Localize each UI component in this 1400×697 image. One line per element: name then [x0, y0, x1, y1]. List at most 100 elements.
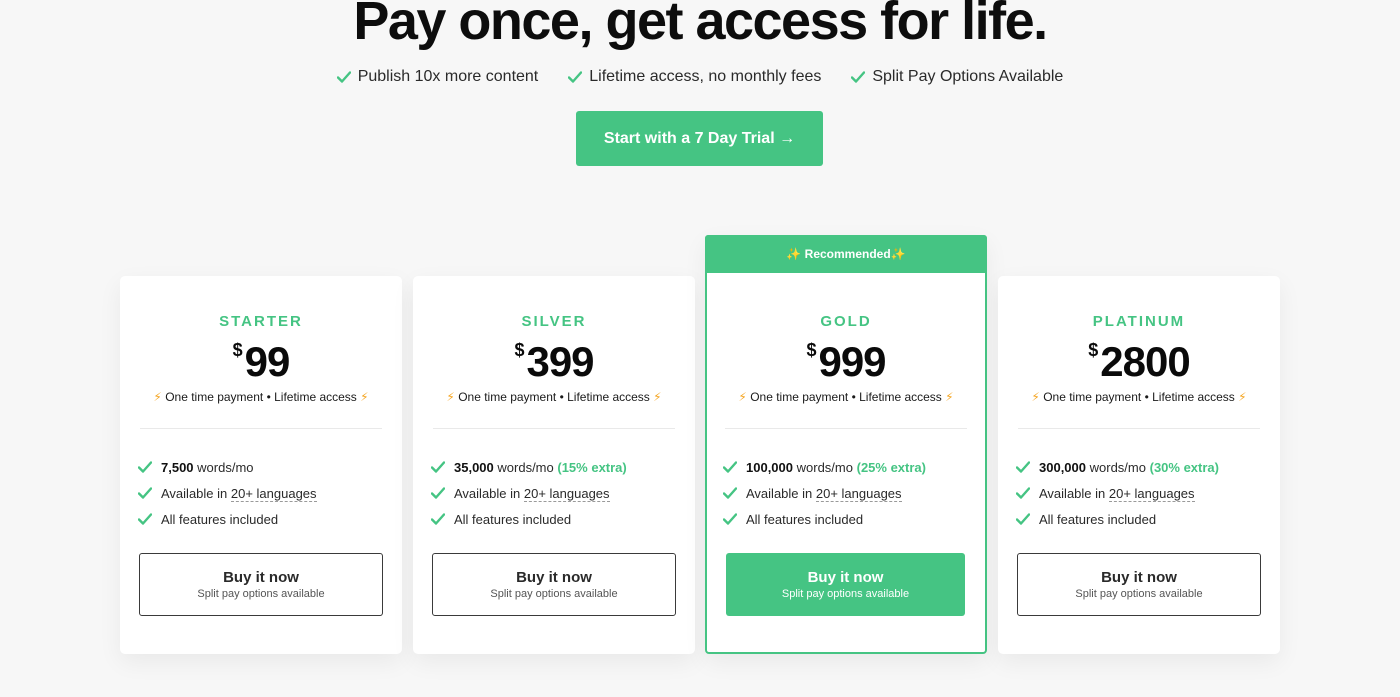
currency-symbol: $: [232, 340, 243, 360]
check-icon: [723, 487, 737, 499]
plan-price: $99: [120, 338, 402, 386]
words-count: 35,000: [454, 459, 494, 475]
benefit-item: Lifetime access, no monthly fees: [568, 68, 821, 86]
languages-prefix: Available in: [1039, 485, 1109, 501]
benefit-label: Lifetime access, no monthly fees: [589, 68, 822, 85]
languages-prefix: Available in: [746, 485, 816, 501]
check-icon: [1016, 513, 1030, 525]
payment-note-text: One time payment • Lifetime access: [458, 390, 650, 404]
check-icon: [138, 487, 152, 499]
lightning-icon: ⚡: [653, 390, 662, 404]
plan-name: PLATINUM: [1092, 313, 1186, 330]
currency-symbol: $: [1088, 340, 1098, 360]
lightning-icon: ⚡: [1031, 390, 1040, 404]
feature-item-all: All features included: [138, 506, 317, 532]
check-icon: [336, 71, 351, 83]
payment-note-text: One time payment • Lifetime access: [1043, 390, 1235, 404]
languages-link[interactable]: 20+ languages: [230, 485, 317, 502]
feature-list: 35,000 words/mo (15% extra) Available in …: [431, 454, 627, 532]
words-unit: words/mo: [497, 459, 554, 475]
feature-item-languages: Available in 20+ languages: [1016, 480, 1219, 506]
plan-price: $399: [413, 338, 695, 386]
words-count: 100,000: [746, 459, 793, 475]
plan-price: $999: [705, 338, 987, 386]
plan-name: GOLD: [820, 313, 872, 330]
feature-item-all: All features included: [431, 506, 627, 532]
card-divider: [725, 428, 967, 429]
check-icon: [431, 487, 445, 499]
languages-prefix: Available in: [454, 485, 524, 501]
languages-link[interactable]: 20+ languages: [815, 485, 902, 502]
lightning-icon: ⚡: [945, 390, 954, 404]
price-value: 399: [526, 338, 594, 385]
card-divider: [140, 428, 382, 429]
payment-note-text: One time payment • Lifetime access: [750, 390, 942, 404]
price-value: 999: [818, 338, 886, 385]
feature-list: 100,000 words/mo (25% extra) Available in…: [723, 454, 926, 532]
check-icon: [431, 513, 445, 525]
payment-note: ⚡ One time payment • Lifetime access ⚡: [413, 390, 695, 404]
lightning-icon: ⚡: [360, 390, 369, 404]
feature-item-languages: Available in 20+ languages: [138, 480, 317, 506]
buy-sub-label: Split pay options available: [1075, 588, 1203, 600]
extra-badge: (30% extra): [1149, 459, 1219, 475]
feature-list: 7,500 words/mo Available in 20+ language…: [138, 454, 317, 532]
feature-item-all: All features included: [723, 506, 926, 532]
benefit-label: Publish 10x more content: [357, 68, 539, 85]
words-count: 7,500: [161, 459, 194, 475]
languages-prefix: Available in: [161, 485, 231, 501]
buy-sub-label: Split pay options available: [490, 588, 618, 600]
feature-list: 300,000 words/mo (30% extra) Available in…: [1016, 454, 1219, 532]
card-divider: [1018, 428, 1260, 429]
words-unit: words/mo: [197, 459, 254, 475]
payment-note-text: One time payment • Lifetime access: [165, 390, 357, 404]
buy-sub-label: Split pay options available: [781, 588, 910, 600]
plan-card-platinum: PLATINUM $2800 ⚡ One time payment • Lifeti…: [998, 276, 1280, 654]
lightning-icon: ⚡: [1238, 390, 1247, 404]
currency-symbol: $: [514, 340, 524, 360]
check-icon: [723, 461, 737, 473]
price-value: 2800: [1100, 338, 1190, 385]
plan-card-gold: ✨ Recommended✨ GOLD $999 ⚡ One time paymen…: [705, 235, 987, 654]
feature-item-languages: Available in 20+ languages: [431, 480, 627, 506]
buy-now-button[interactable]: Buy it now Split pay options available: [139, 553, 383, 616]
buy-now-button[interactable]: Buy it now Split pay options available: [1017, 553, 1261, 616]
features-note: All features included: [161, 511, 279, 527]
buy-now-button[interactable]: Buy it now Split pay options available: [432, 553, 676, 616]
words-unit: words/mo: [1089, 459, 1146, 475]
lightning-icon: ⚡: [446, 390, 455, 404]
buy-label: Buy it now: [807, 569, 884, 586]
buy-label: Buy it now: [223, 569, 299, 586]
benefit-item: Split Pay Options Available: [851, 68, 1063, 86]
check-icon: [431, 461, 445, 473]
plan-card-silver: SILVER $399 ⚡ One time payment • Lifetime …: [413, 276, 695, 654]
words-count: 300,000: [1039, 459, 1086, 475]
start-trial-button[interactable]: Start with a 7 Day Trial →: [576, 111, 823, 166]
card-divider: [433, 428, 675, 429]
features-note: All features included: [454, 511, 572, 527]
check-icon: [568, 71, 583, 83]
feature-item-words: 7,500 words/mo: [138, 454, 317, 480]
check-icon: [138, 461, 152, 473]
languages-link[interactable]: 20+ languages: [1108, 485, 1195, 502]
words-unit: words/mo: [796, 459, 853, 475]
check-icon: [1016, 461, 1030, 473]
feature-item-words: 300,000 words/mo (30% extra): [1016, 454, 1219, 480]
check-icon: [723, 513, 737, 525]
feature-item-words: 35,000 words/mo (15% extra): [431, 454, 627, 480]
check-icon: [1016, 487, 1030, 499]
lightning-icon: ⚡: [738, 390, 747, 404]
feature-item-all: All features included: [1016, 506, 1219, 532]
plan-price: $2800: [998, 338, 1280, 386]
buy-label: Buy it now: [1101, 569, 1177, 586]
extra-badge: (15% extra): [557, 459, 627, 475]
feature-item-languages: Available in 20+ languages: [723, 480, 926, 506]
features-note: All features included: [746, 511, 864, 527]
price-value: 99: [244, 338, 291, 385]
buy-label: Buy it now: [516, 569, 592, 586]
plan-card-starter: STARTER $99 ⚡ One time payment • Lifetime …: [120, 276, 402, 654]
buy-now-button[interactable]: Buy it now Split pay options available: [726, 553, 965, 616]
languages-link[interactable]: 20+ languages: [523, 485, 610, 502]
features-note: All features included: [1039, 511, 1157, 527]
check-icon: [851, 71, 866, 83]
